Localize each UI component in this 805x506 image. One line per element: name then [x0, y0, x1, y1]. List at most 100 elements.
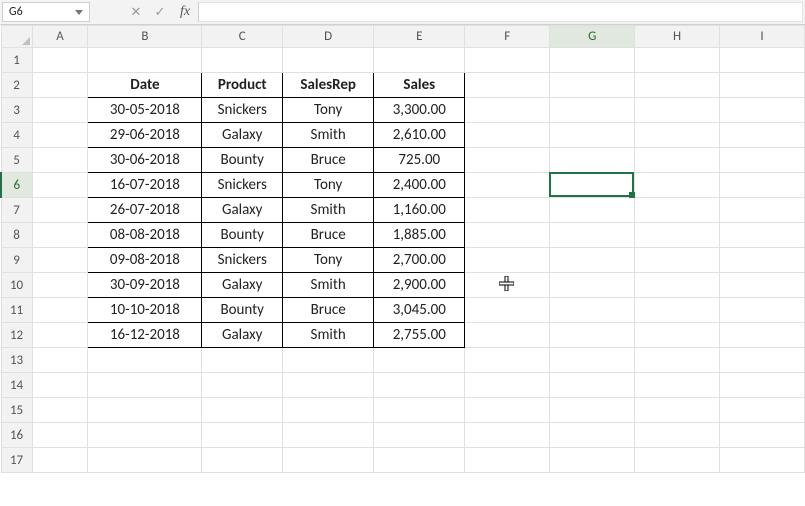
cell-I5[interactable]: [720, 148, 805, 173]
cell-H4[interactable]: [635, 123, 720, 148]
row-header-3[interactable]: 3: [1, 98, 32, 123]
cell-A11[interactable]: [32, 298, 88, 323]
cell-A2[interactable]: [32, 73, 88, 98]
row-header-10[interactable]: 10: [1, 273, 32, 298]
cell-E8[interactable]: 1,885.00: [374, 223, 465, 248]
cell-G6[interactable]: [550, 173, 635, 198]
cell-G13[interactable]: [550, 348, 635, 373]
cell-E4[interactable]: 2,610.00: [374, 123, 465, 148]
cell-B10[interactable]: 30-09-2018: [88, 273, 202, 298]
cell-I11[interactable]: [720, 298, 805, 323]
cell-C13[interactable]: [202, 348, 283, 373]
cell-F2[interactable]: [465, 73, 550, 98]
cell-A17[interactable]: [32, 448, 88, 473]
cell-I3[interactable]: [720, 98, 805, 123]
cell-I12[interactable]: [720, 323, 805, 348]
cell-C10[interactable]: Galaxy: [202, 273, 283, 298]
cell-H10[interactable]: [635, 273, 720, 298]
cell-E13[interactable]: [374, 348, 465, 373]
cell-F6[interactable]: [465, 173, 550, 198]
cell-G14[interactable]: [550, 373, 635, 398]
cell-D13[interactable]: [283, 348, 374, 373]
cell-D2[interactable]: SalesRep: [283, 73, 374, 98]
cell-E7[interactable]: 1,160.00: [374, 198, 465, 223]
cell-G17[interactable]: [550, 448, 635, 473]
cell-C14[interactable]: [202, 373, 283, 398]
col-header-G[interactable]: G: [550, 26, 635, 48]
cell-E12[interactable]: 2,755.00: [374, 323, 465, 348]
cell-B17[interactable]: [88, 448, 202, 473]
cell-C7[interactable]: Galaxy: [202, 198, 283, 223]
cell-H11[interactable]: [635, 298, 720, 323]
cell-G12[interactable]: [550, 323, 635, 348]
cell-E5[interactable]: 725.00: [374, 148, 465, 173]
cell-G16[interactable]: [550, 423, 635, 448]
col-header-A[interactable]: A: [32, 26, 88, 48]
cell-I16[interactable]: [720, 423, 805, 448]
cell-G9[interactable]: [550, 248, 635, 273]
row-header-7[interactable]: 7: [1, 198, 32, 223]
cell-B11[interactable]: 10-10-2018: [88, 298, 202, 323]
cell-C16[interactable]: [202, 423, 283, 448]
name-box[interactable]: G6: [2, 2, 90, 22]
formula-input[interactable]: [198, 2, 803, 22]
cell-I9[interactable]: [720, 248, 805, 273]
row-header-11[interactable]: 11: [1, 298, 32, 323]
cell-F4[interactable]: [465, 123, 550, 148]
cell-E15[interactable]: [374, 398, 465, 423]
cell-H17[interactable]: [635, 448, 720, 473]
cell-F13[interactable]: [465, 348, 550, 373]
spreadsheet-grid[interactable]: A B C D E F G H I 12DateProductSalesRepS…: [0, 25, 805, 473]
cell-F14[interactable]: [465, 373, 550, 398]
cell-H5[interactable]: [635, 148, 720, 173]
cell-C17[interactable]: [202, 448, 283, 473]
cell-F8[interactable]: [465, 223, 550, 248]
cell-A13[interactable]: [32, 348, 88, 373]
cell-C5[interactable]: Bounty: [202, 148, 283, 173]
cell-C9[interactable]: Snickers: [202, 248, 283, 273]
cell-E9[interactable]: 2,700.00: [374, 248, 465, 273]
cell-G7[interactable]: [550, 198, 635, 223]
cell-G15[interactable]: [550, 398, 635, 423]
cell-E3[interactable]: 3,300.00: [374, 98, 465, 123]
cell-D1[interactable]: [283, 48, 374, 73]
row-header-4[interactable]: 4: [1, 123, 32, 148]
cell-A6[interactable]: [32, 173, 88, 198]
cell-I13[interactable]: [720, 348, 805, 373]
cell-H13[interactable]: [635, 348, 720, 373]
col-header-D[interactable]: D: [283, 26, 374, 48]
cell-H15[interactable]: [635, 398, 720, 423]
cell-I4[interactable]: [720, 123, 805, 148]
cell-H3[interactable]: [635, 98, 720, 123]
cell-E17[interactable]: [374, 448, 465, 473]
cell-B5[interactable]: 30-06-2018: [88, 148, 202, 173]
cell-B12[interactable]: 16-12-2018: [88, 323, 202, 348]
col-header-I[interactable]: I: [720, 26, 805, 48]
cell-A5[interactable]: [32, 148, 88, 173]
cell-C2[interactable]: Product: [202, 73, 283, 98]
cell-I7[interactable]: [720, 198, 805, 223]
cell-E10[interactable]: 2,900.00: [374, 273, 465, 298]
cell-D3[interactable]: Tony: [283, 98, 374, 123]
cell-A1[interactable]: [32, 48, 88, 73]
cell-I15[interactable]: [720, 398, 805, 423]
cell-H9[interactable]: [635, 248, 720, 273]
row-header-16[interactable]: 16: [1, 423, 32, 448]
cell-C8[interactable]: Bounty: [202, 223, 283, 248]
cell-C11[interactable]: Bounty: [202, 298, 283, 323]
select-all-corner[interactable]: [1, 26, 32, 48]
cell-H1[interactable]: [635, 48, 720, 73]
cell-D17[interactable]: [283, 448, 374, 473]
cell-E1[interactable]: [374, 48, 465, 73]
row-header-5[interactable]: 5: [1, 148, 32, 173]
cell-C1[interactable]: [202, 48, 283, 73]
cell-I6[interactable]: [720, 173, 805, 198]
cell-B7[interactable]: 26-07-2018: [88, 198, 202, 223]
cell-B2[interactable]: Date: [88, 73, 202, 98]
cell-D12[interactable]: Smith: [283, 323, 374, 348]
cell-B6[interactable]: 16-07-2018: [88, 173, 202, 198]
cell-G2[interactable]: [550, 73, 635, 98]
cell-F16[interactable]: [465, 423, 550, 448]
cell-A10[interactable]: [32, 273, 88, 298]
cell-C6[interactable]: Snickers: [202, 173, 283, 198]
